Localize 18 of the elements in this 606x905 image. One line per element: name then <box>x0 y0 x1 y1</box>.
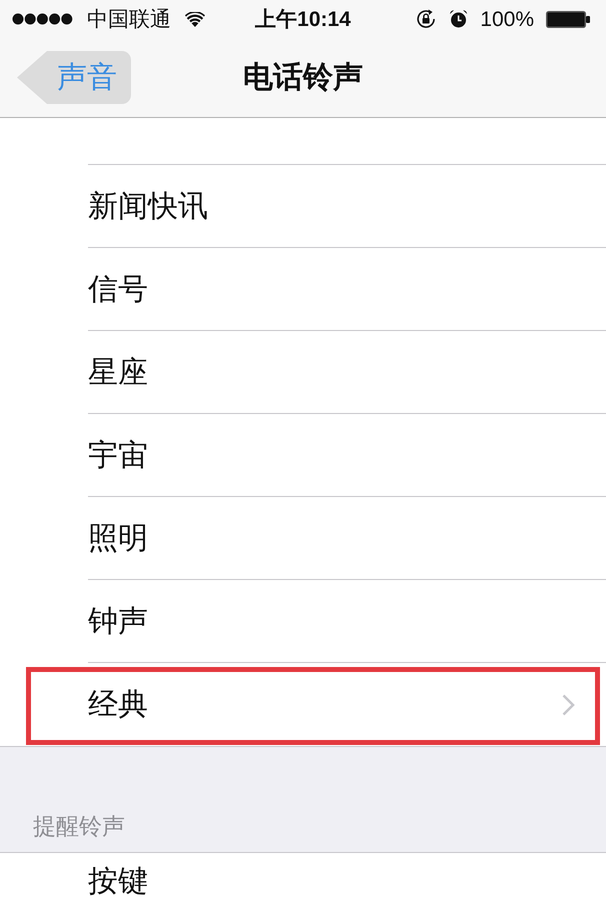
ringtone-item[interactable]: 信号 <box>0 248 606 331</box>
clock-time: 上午10:14 <box>255 8 351 30</box>
section-header: 提醒铃声 <box>33 815 125 838</box>
ringtone-item[interactable]: 宇宙 <box>0 414 606 497</box>
ringtone-item[interactable]: 新闻快讯 <box>0 165 606 248</box>
ringtone-item[interactable]: 钟声 <box>0 580 606 663</box>
signal-strength-icon <box>12 13 73 25</box>
ringtone-item[interactable]: 照明 <box>0 497 606 580</box>
ringtone-item[interactable]: 经典 <box>0 663 606 746</box>
ringtone-item[interactable]: 星座 <box>0 331 606 414</box>
ringtone-item[interactable]: 按键 <box>0 853 606 903</box>
battery-icon <box>546 10 590 28</box>
rotation-lock-icon <box>415 8 438 30</box>
carrier-name: 中国联通 <box>87 8 171 30</box>
wifi-icon <box>185 12 205 26</box>
battery-percent: 100% <box>480 8 534 30</box>
screen-title: 电话铃声 <box>243 62 363 92</box>
alarm-clock-icon <box>449 9 468 29</box>
